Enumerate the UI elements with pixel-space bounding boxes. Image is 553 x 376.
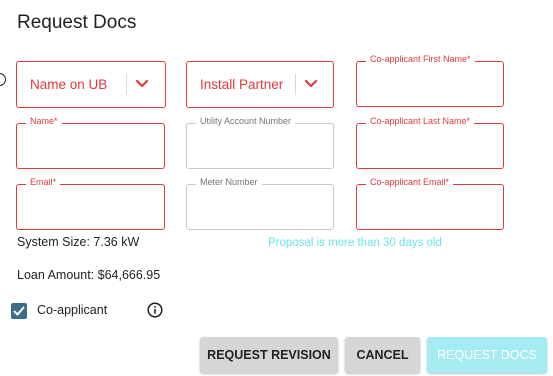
request-revision-button[interactable]: REQUEST REVISION bbox=[200, 337, 338, 373]
utility-account-number-field[interactable]: Utility Account Number bbox=[186, 116, 334, 169]
check-icon bbox=[13, 306, 25, 316]
cancel-button[interactable]: CANCEL bbox=[345, 337, 420, 373]
name-on-ub-label: Name on UB bbox=[30, 77, 108, 92]
info-icon-partial[interactable] bbox=[0, 73, 6, 86]
select-separator bbox=[126, 74, 127, 95]
name-label: Name* bbox=[26, 116, 62, 126]
name-field[interactable]: Name* bbox=[16, 116, 165, 169]
loan-amount-text: Loan Amount: $64,666.95 bbox=[17, 268, 161, 282]
email-field[interactable]: Email* bbox=[16, 177, 165, 230]
coapplicant-first-name-field[interactable]: Co-applicant First Name* bbox=[356, 54, 504, 107]
system-size-text: System Size: 7.36 kW bbox=[17, 235, 140, 249]
meter-number-field[interactable]: Meter Number bbox=[186, 177, 334, 230]
name-on-ub-select[interactable]: Name on UB bbox=[16, 61, 166, 108]
install-partner-label: Install Partner bbox=[200, 77, 284, 92]
info-icon[interactable] bbox=[147, 302, 163, 318]
coapplicant-label: Co-applicant bbox=[37, 303, 108, 317]
install-partner-select[interactable]: Install Partner bbox=[186, 61, 334, 108]
chevron-down-icon[interactable] bbox=[304, 77, 318, 91]
coapplicant-email-field[interactable]: Co-applicant Email* bbox=[356, 177, 504, 230]
email-label: Email* bbox=[26, 177, 61, 187]
proposal-age-warning: Proposal is more than 30 days old bbox=[268, 237, 442, 249]
chevron-down-icon[interactable] bbox=[135, 77, 149, 91]
coapplicant-checkbox[interactable] bbox=[11, 303, 27, 319]
utility-account-number-label: Utility Account Number bbox=[196, 116, 296, 126]
meter-number-label: Meter Number bbox=[196, 177, 262, 187]
request-docs-button[interactable]: REQUEST DOCS bbox=[427, 337, 547, 373]
coapplicant-last-name-label: Co-applicant Last Name* bbox=[366, 116, 475, 126]
select-separator bbox=[295, 74, 296, 95]
dialog-title: Request Docs bbox=[17, 12, 137, 33]
coapplicant-first-name-label: Co-applicant First Name* bbox=[366, 54, 475, 64]
coapplicant-last-name-field[interactable]: Co-applicant Last Name* bbox=[356, 116, 504, 169]
coapplicant-email-label: Co-applicant Email* bbox=[366, 177, 454, 187]
